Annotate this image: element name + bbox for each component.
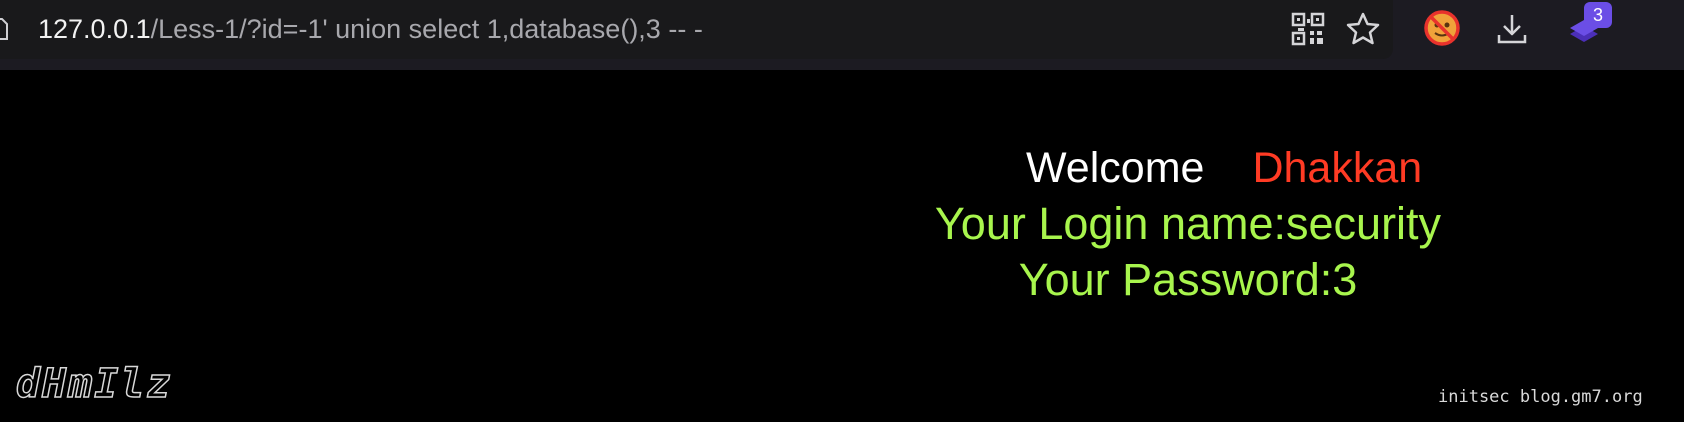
welcome-line: Welcome Dhakkan: [1026, 142, 1422, 194]
page-icon: [0, 18, 8, 40]
url-host: 127.0.0.1: [38, 14, 151, 44]
welcome-name: Dhakkan: [1252, 144, 1423, 192]
address-bar[interactable]: 127.0.0.1/Less-1/?id=-1' union select 1,…: [0, 0, 1393, 59]
footer-credit: initsec blog.gm7.org: [1438, 387, 1643, 407]
site-logo: dHmIlz: [15, 361, 173, 407]
welcome-word: Welcome: [1026, 144, 1205, 192]
blocked-extension-icon[interactable]: [1423, 9, 1461, 47]
qr-code-icon[interactable]: [1290, 11, 1326, 47]
url-text[interactable]: 127.0.0.1/Less-1/?id=-1' union select 1,…: [38, 12, 703, 46]
login-name-result: Your Login name:security: [934, 198, 1442, 249]
browser-toolbar: 127.0.0.1/Less-1/?id=-1' union select 1,…: [0, 0, 1684, 70]
extension-count-badge: 3: [1584, 2, 1612, 28]
password-result: Your Password:3: [1018, 254, 1358, 305]
url-path: /Less-1/?id=-1' union select 1,database(…: [150, 14, 703, 44]
bookmark-star-icon[interactable]: [1345, 11, 1381, 47]
download-icon[interactable]: [1494, 11, 1530, 47]
